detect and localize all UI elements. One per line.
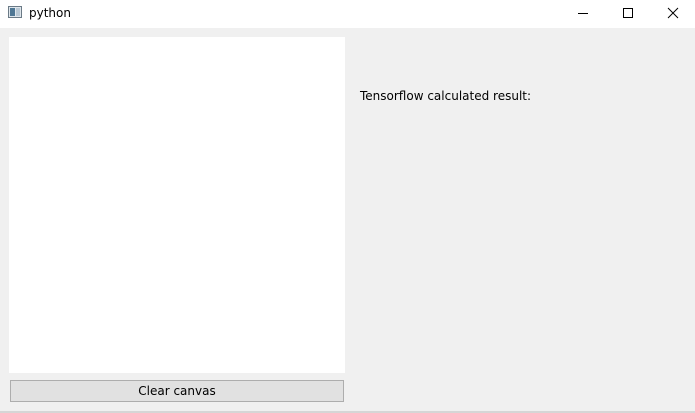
- title-bar[interactable]: python: [0, 0, 695, 28]
- maximize-icon: [623, 8, 633, 18]
- clear-canvas-button[interactable]: Clear canvas: [10, 380, 344, 402]
- app-window-icon: [8, 6, 22, 18]
- window-title: python: [29, 6, 71, 20]
- maximize-button[interactable]: [605, 0, 650, 28]
- close-button[interactable]: [650, 0, 695, 28]
- minimize-icon: [578, 13, 588, 14]
- drawing-canvas[interactable]: [9, 37, 345, 373]
- minimize-button[interactable]: [560, 0, 605, 28]
- result-label: Tensorflow calculated result:: [360, 89, 532, 103]
- close-icon: [667, 7, 679, 19]
